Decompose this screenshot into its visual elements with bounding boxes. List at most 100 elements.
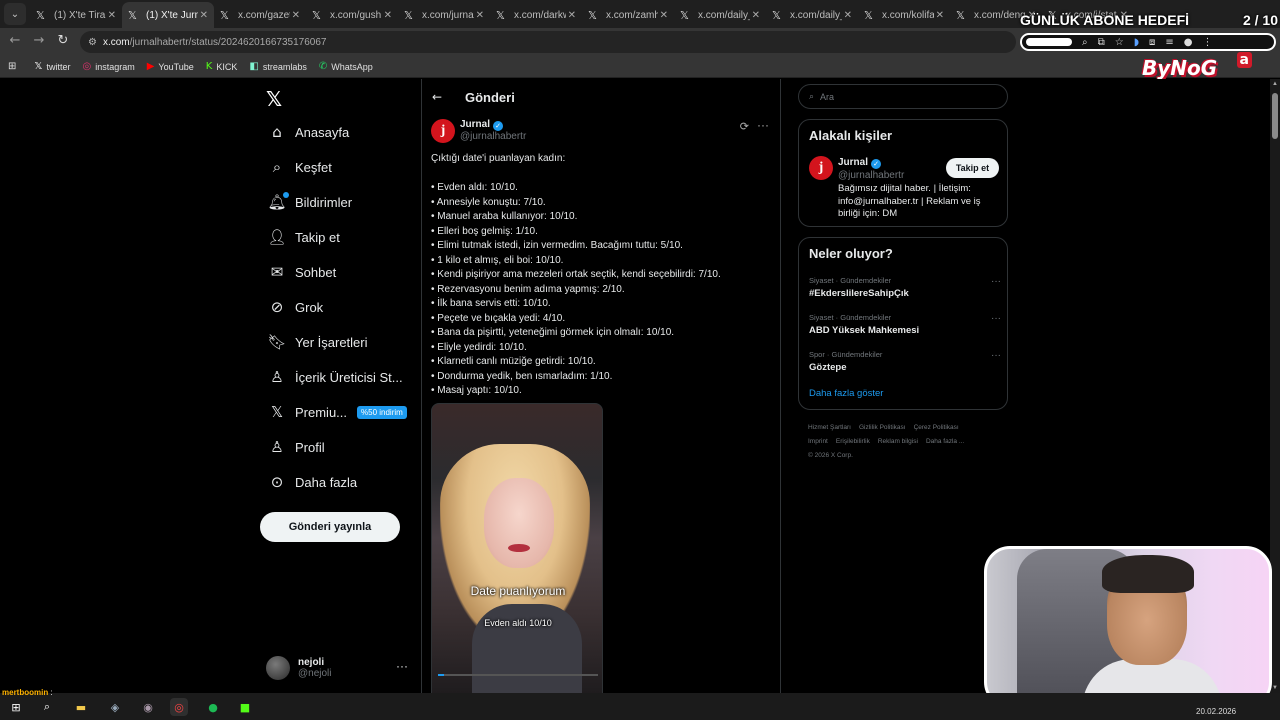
- trend-more-icon[interactable]: ···: [991, 276, 1001, 287]
- back-arrow-icon[interactable]: ←: [6, 33, 24, 48]
- footer-link[interactable]: Çerez Politikası: [914, 424, 959, 431]
- footer-link[interactable]: Erişilebilirlik: [836, 438, 870, 445]
- x-logo-icon[interactable]: 𝕏: [266, 87, 282, 111]
- grok-icon: ⊘: [270, 298, 284, 316]
- tab-close-icon[interactable]: ✕: [658, 10, 668, 21]
- spotify-icon[interactable]: ●: [204, 698, 222, 716]
- nav-item-person-add[interactable]: 👤︎ Takip et: [266, 223, 418, 251]
- person-avatar[interactable]: j: [809, 156, 833, 180]
- video-progress-bar[interactable]: [438, 674, 598, 676]
- browser-tab[interactable]: 𝕏 (1) X'te Tira ✕: [30, 2, 122, 28]
- tab-close-icon[interactable]: ✕: [106, 10, 116, 21]
- bookmark-streamlabs[interactable]: ◧ streamlabs: [249, 61, 306, 72]
- tab-close-icon[interactable]: ✕: [934, 10, 944, 21]
- follow-button[interactable]: Takip et: [946, 158, 999, 178]
- nav-item-grok[interactable]: ⊘ Grok: [266, 293, 418, 321]
- nav-item-more-circle[interactable]: ⊙ Daha fazla: [266, 468, 418, 496]
- main-column: ← Gönderi j Jurnal ✓ @jurnalhabertr ⟳ ···…: [421, 79, 781, 693]
- kick-icon[interactable]: ■: [236, 698, 254, 716]
- browser-tab[interactable]: 𝕏x.com/daily_ ✕: [674, 2, 766, 28]
- browser-tab[interactable]: 𝕏x.com/darkw ✕: [490, 2, 582, 28]
- trend-item[interactable]: Siyaset · Gündemdekiler #EkderslilereSahi…: [809, 276, 1001, 306]
- back-arrow-icon[interactable]: ←: [432, 90, 452, 104]
- reload-icon[interactable]: ↻: [54, 33, 72, 48]
- trend-item[interactable]: Siyaset · Gündemdekiler ABD Yüksek Mahkem…: [809, 313, 1001, 343]
- tweet-more-icon[interactable]: ···: [757, 118, 769, 132]
- footer-link[interactable]: Reklam bilgisi: [878, 438, 918, 445]
- bookmark-instagram[interactable]: ◎ instagram: [82, 61, 134, 72]
- trend-item[interactable]: Spor · Gündemdekiler Göztepe ···: [809, 350, 1001, 380]
- author-name-row[interactable]: Jurnal ✓: [460, 119, 504, 131]
- browser-tab[interactable]: 𝕏x.com/zamh ✕: [582, 2, 674, 28]
- nav-item-profile[interactable]: ♙ Profil: [266, 433, 418, 461]
- nav-item-bookmark[interactable]: 🔖︎ Yer İşaretleri: [266, 328, 418, 356]
- search-input[interactable]: ⌕ Ara: [798, 84, 1008, 109]
- nav-item-home[interactable]: ⌂ Anasayfa: [266, 118, 418, 146]
- tab-close-icon[interactable]: ✕: [290, 10, 300, 21]
- chrome-icon[interactable]: ◎: [170, 698, 188, 716]
- tab-close-icon[interactable]: ✕: [474, 10, 484, 21]
- obs-icon[interactable]: ◉: [139, 698, 157, 716]
- tab-close-icon[interactable]: ✕: [750, 10, 760, 21]
- reading-list-icon[interactable]: ≡: [1165, 37, 1173, 48]
- puzzle-icon[interactable]: ⧈: [1149, 37, 1155, 48]
- nav-item-x-premium[interactable]: 𝕏 Premiu... %50 indirim: [266, 398, 418, 426]
- bookmark-youtube[interactable]: ▶ YouTube: [147, 61, 194, 72]
- zoom-icon[interactable]: ⌕: [1082, 37, 1088, 48]
- person-name-row[interactable]: Jurnal ✓: [838, 157, 882, 169]
- extension-pill[interactable]: [1026, 38, 1072, 46]
- bookmark-whatsapp[interactable]: ✆ WhatsApp: [319, 61, 373, 72]
- more-icon[interactable]: ···: [396, 659, 408, 673]
- star-icon[interactable]: ☆: [1115, 37, 1124, 48]
- nav-item-search[interactable]: ⌕ Keşfet: [266, 153, 418, 181]
- x-favicon-icon: 𝕏: [404, 8, 413, 22]
- windows-start-icon[interactable]: ⊞: [7, 698, 25, 716]
- tweet-video[interactable]: Date puanlıyorum Evden aldı 10/10: [431, 403, 603, 693]
- browser-tab[interactable]: 𝕏x.com/daily_ ✕: [766, 2, 858, 28]
- browser-menu-icon[interactable]: ⋮: [1203, 37, 1213, 48]
- grok-explain-icon[interactable]: ⟳: [740, 120, 749, 133]
- url-input[interactable]: ⚙ x.com/jurnalhabertr/status/20246201667…: [80, 31, 1016, 53]
- nav-item-mail[interactable]: ✉ Sohbet: [266, 258, 418, 286]
- profile-avatar-icon[interactable]: ●: [1184, 37, 1193, 48]
- file-explorer-icon[interactable]: ▬: [72, 698, 90, 716]
- search-icon[interactable]: ⌕: [38, 698, 56, 716]
- footer-link[interactable]: Gizlilik Politikası: [859, 424, 906, 431]
- author-handle[interactable]: @jurnalhabertr: [460, 131, 526, 142]
- extension-icon[interactable]: ◗: [1134, 37, 1139, 48]
- person-handle[interactable]: @jurnalhabertr: [838, 170, 904, 181]
- browser-tab[interactable]: 𝕏x.com/kolifa ✕: [858, 2, 950, 28]
- author-avatar[interactable]: j: [431, 119, 455, 143]
- trend-more-icon[interactable]: ···: [991, 350, 1001, 361]
- trend-more-icon[interactable]: ···: [991, 313, 1001, 324]
- browser-tab[interactable]: 𝕏 (1) X'te Jurna✕: [122, 2, 214, 28]
- tab-search-button[interactable]: ⌄: [4, 3, 26, 25]
- footer-link[interactable]: Imprint: [808, 438, 828, 445]
- bookmark-kick[interactable]: K KICK: [206, 61, 238, 72]
- footer-link[interactable]: Daha fazla ...: [926, 438, 964, 445]
- install-icon[interactable]: ⧉: [1098, 37, 1105, 48]
- site-info-icon[interactable]: ⚙: [88, 37, 97, 48]
- nav-item-creator[interactable]: ♙ İçerik Üreticisi St...: [266, 363, 418, 391]
- scrollbar-thumb[interactable]: [1272, 93, 1278, 139]
- browser-tab[interactable]: 𝕏x.com/gazet ✕: [214, 2, 306, 28]
- footer-link[interactable]: Hizmet Şartları: [808, 424, 851, 431]
- tab-close-icon[interactable]: ✕: [198, 10, 208, 21]
- footer-link[interactable]: © 2026 X Corp.: [808, 452, 853, 459]
- show-more-link[interactable]: Daha fazla göster: [809, 388, 883, 399]
- browser-tab[interactable]: 𝕏x.com/jurnal ✕: [398, 2, 490, 28]
- tab-close-icon[interactable]: ✕: [566, 10, 576, 21]
- forward-arrow-icon[interactable]: →: [30, 33, 48, 48]
- nav-item-bell[interactable]: 🔔︎ Bildirimler: [266, 188, 418, 216]
- tab-label: x.com/kolifa: [882, 9, 934, 21]
- scroll-up-icon[interactable]: ▲: [1271, 81, 1279, 87]
- app-icon[interactable]: ◈: [106, 698, 124, 716]
- scroll-down-icon[interactable]: ▼: [1271, 685, 1279, 691]
- tab-close-icon[interactable]: ✕: [842, 10, 852, 21]
- post-button[interactable]: Gönderi yayınla: [260, 512, 400, 542]
- tab-close-icon[interactable]: ✕: [382, 10, 392, 21]
- browser-tab[interactable]: 𝕏x.com/gush ✕: [306, 2, 398, 28]
- bookmark-twitter[interactable]: 𝕏twitter: [34, 61, 70, 72]
- account-switcher[interactable]: nejoli @nejoli ···: [266, 653, 416, 683]
- apps-grid-icon[interactable]: ⊞: [8, 61, 20, 72]
